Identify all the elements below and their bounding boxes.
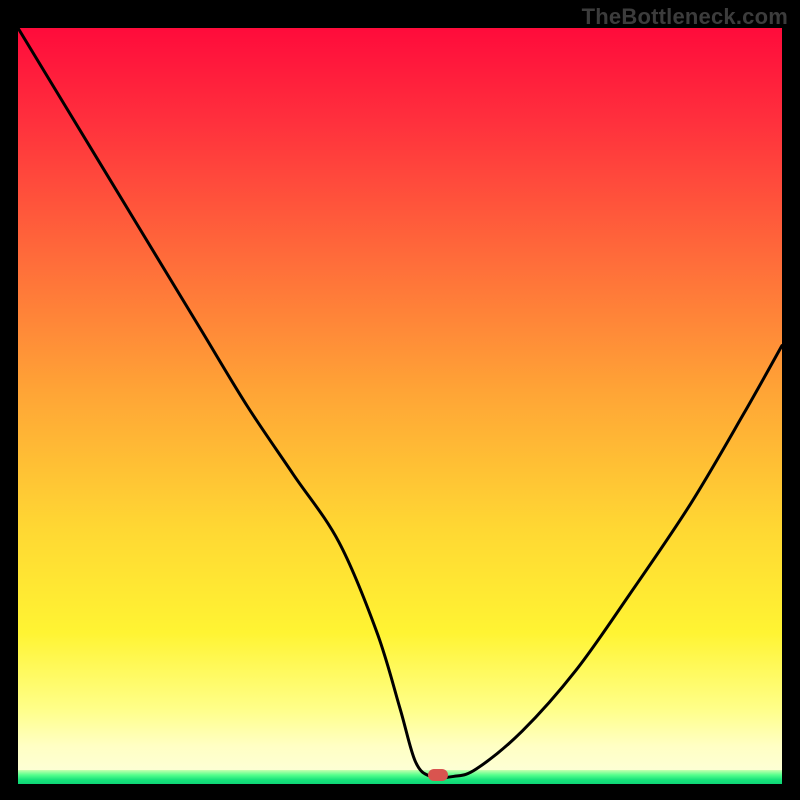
optimum-marker [428,769,448,781]
bottleneck-curve [18,28,782,784]
watermark-label: TheBottleneck.com [582,4,788,30]
chart-frame: TheBottleneck.com [0,0,800,800]
plot-area [18,28,782,784]
